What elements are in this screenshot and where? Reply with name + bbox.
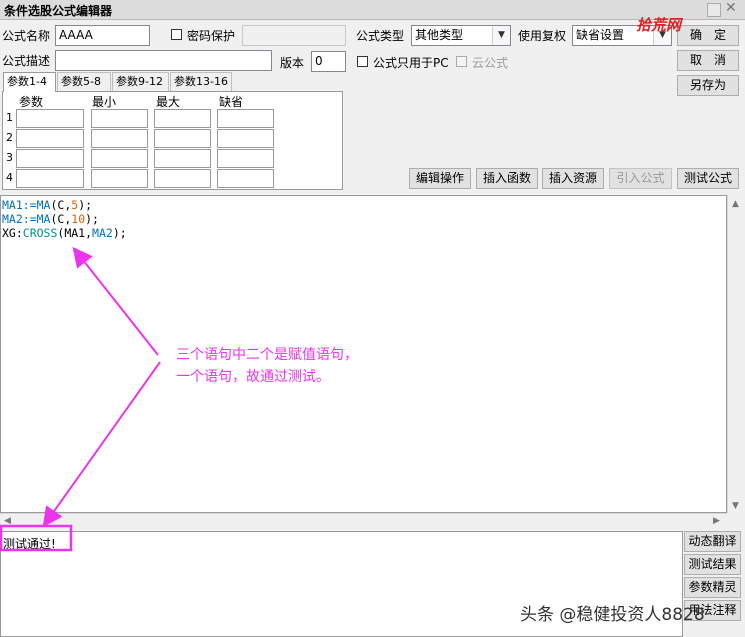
annotation-highlight-box [0, 524, 73, 552]
annotation-arrows [0, 246, 161, 552]
watermark-logo: 拾荒网 [636, 16, 682, 34]
annotation-arrow-up [72, 246, 159, 356]
annotation-text-line-2: 一个语句，故通过测试。 [176, 369, 330, 385]
tab-params-1-4[interactable]: 参数1-4 [3, 72, 56, 92]
annotation-arrow-down [42, 361, 161, 528]
annotation-text-line-1: 三个语句中二个是赋值语句， [176, 347, 358, 363]
watermark-text: 头条 @稳健投资人8828 [520, 605, 705, 625]
